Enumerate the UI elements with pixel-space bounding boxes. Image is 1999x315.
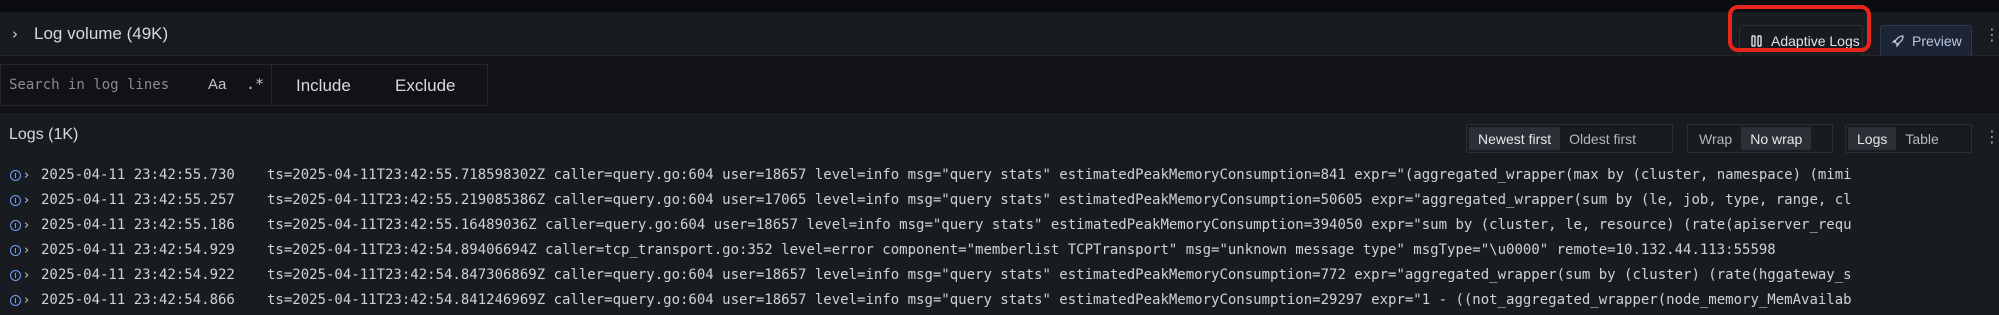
logs-view-option[interactable]: Logs — [1848, 127, 1897, 150]
info-level-icon — [10, 195, 21, 206]
logs-explore-view: › Log volume (49K) Adaptive Logs Preview… — [0, 0, 1999, 315]
log-list: › 2025-04-11 23:42:55.730 ts=2025-04-11T… — [0, 163, 1999, 315]
logs-panel: Logs (1K) Newest first Oldest first Wrap… — [0, 114, 1999, 315]
log-row[interactable]: › 2025-04-11 23:42:55.186 ts=2025-04-11T… — [0, 213, 1999, 238]
log-row[interactable]: › 2025-04-11 23:42:54.929 ts=2025-04-11T… — [0, 238, 1999, 263]
chevron-right-icon[interactable]: › — [12, 26, 26, 42]
no-wrap-option[interactable]: No wrap — [1741, 127, 1812, 150]
info-level-icon — [10, 270, 21, 281]
log-row[interactable]: › 2025-04-11 23:42:55.730 ts=2025-04-11T… — [0, 163, 1999, 188]
info-level-icon — [10, 295, 21, 306]
log-timestamp: 2025-04-11 23:42:54.866 — [41, 292, 235, 308]
log-message: ts=2025-04-11T23:42:54.89406694Z caller=… — [267, 242, 1776, 258]
include-exclude-group: Include Exclude — [272, 64, 488, 106]
case-sensitive-toggle[interactable]: Aa — [208, 76, 226, 93]
info-level-icon — [10, 220, 21, 231]
expand-row-icon[interactable]: › — [24, 194, 29, 207]
adaptive-logs-button[interactable]: Adaptive Logs — [1739, 25, 1863, 57]
adaptive-logs-label: Adaptive Logs — [1771, 33, 1860, 49]
log-row[interactable]: › 2025-04-11 23:42:54.922 ts=2025-04-11T… — [0, 263, 1999, 288]
log-row[interactable]: › 2025-04-11 23:42:55.257 ts=2025-04-11T… — [0, 188, 1999, 213]
expand-row-icon[interactable]: › — [24, 219, 29, 232]
logs-menu-icon[interactable]: ⋮ — [1984, 129, 1999, 145]
expand-row-icon[interactable]: › — [24, 244, 29, 257]
rocket-icon — [1891, 34, 1905, 48]
logs-title: Logs (1K) — [9, 126, 79, 143]
preview-button[interactable]: Preview — [1880, 25, 1972, 57]
log-message: ts=2025-04-11T23:42:55.219085386Z caller… — [267, 192, 1852, 208]
include-button[interactable]: Include — [296, 76, 351, 96]
log-timestamp: 2025-04-11 23:42:55.186 — [41, 217, 235, 233]
preview-label: Preview — [1912, 33, 1962, 49]
regex-toggle[interactable]: .* — [246, 75, 264, 93]
wrap-toggle: Wrap No wrap — [1687, 124, 1833, 153]
log-message: ts=2025-04-11T23:42:54.841246969Z caller… — [267, 292, 1852, 308]
log-timestamp: 2025-04-11 23:42:55.257 — [41, 192, 235, 208]
log-volume-menu-icon[interactable]: ⋮ — [1984, 27, 1999, 43]
search-input[interactable]: Search in log lines Aa .* — [0, 64, 272, 106]
table-view-option[interactable]: Table — [1896, 127, 1947, 150]
error-level-icon — [10, 245, 21, 256]
adaptive-logs-icon — [1750, 34, 1764, 48]
wrap-option[interactable]: Wrap — [1690, 127, 1741, 150]
log-timestamp: 2025-04-11 23:42:55.730 — [41, 167, 235, 183]
sort-order-toggle: Newest first Oldest first — [1466, 124, 1673, 153]
log-timestamp: 2025-04-11 23:42:54.929 — [41, 242, 235, 258]
newest-first-option[interactable]: Newest first — [1469, 127, 1561, 150]
log-volume-panel-header[interactable]: › Log volume (49K) Adaptive Logs Preview… — [0, 12, 1999, 57]
view-mode-toggle: Logs Table — [1845, 124, 1972, 153]
expand-row-icon[interactable]: › — [24, 169, 29, 182]
exclude-button[interactable]: Exclude — [395, 76, 455, 96]
log-message: ts=2025-04-11T23:42:54.847306869Z caller… — [267, 267, 1852, 283]
info-level-icon — [10, 170, 21, 181]
log-message: ts=2025-04-11T23:42:55.718598302Z caller… — [267, 167, 1852, 183]
log-volume-title[interactable]: Log volume (49K) — [34, 24, 168, 44]
log-message: ts=2025-04-11T23:42:55.16489036Z caller=… — [267, 217, 1852, 233]
expand-row-icon[interactable]: › — [24, 269, 29, 282]
log-timestamp: 2025-04-11 23:42:54.922 — [41, 267, 235, 283]
oldest-first-option[interactable]: Oldest first — [1560, 127, 1645, 150]
log-row[interactable]: › 2025-04-11 23:42:54.866 ts=2025-04-11T… — [0, 288, 1999, 313]
search-row: Search in log lines Aa .* Include Exclud… — [0, 56, 1999, 114]
top-edge — [0, 0, 1999, 12]
expand-row-icon[interactable]: › — [24, 294, 29, 307]
search-placeholder: Search in log lines — [9, 77, 170, 93]
